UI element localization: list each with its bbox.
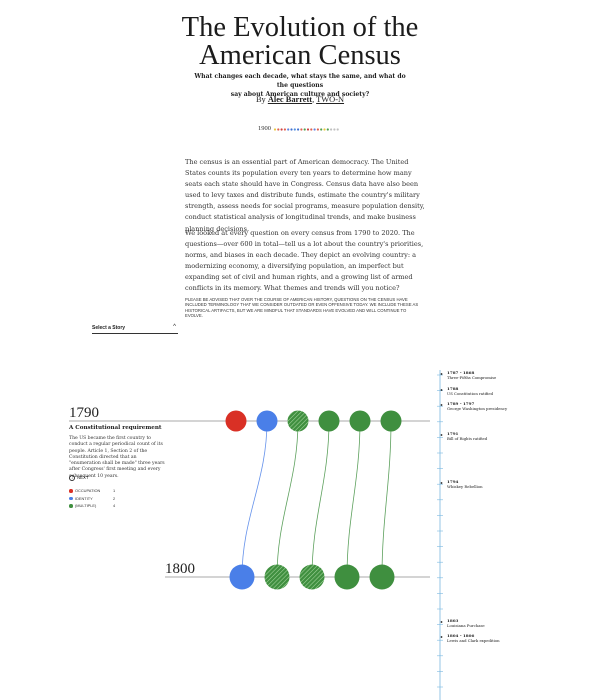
mini-timeline-dot[interactable] bbox=[326, 128, 329, 131]
author-link[interactable]: Alec Barrett bbox=[268, 95, 312, 104]
history-event[interactable]: 1789 - 1797 George Washington presidency bbox=[447, 401, 508, 411]
year-1790-label: 1790 bbox=[69, 405, 99, 421]
question-flow-graph bbox=[69, 370, 443, 700]
legend-row: IDENTITY 2 bbox=[69, 496, 129, 504]
category-legend: OCCUPATION 1 IDENTITY 2 (MULTIPLE) 4 bbox=[69, 488, 129, 511]
mini-timeline-dot[interactable] bbox=[313, 128, 316, 131]
story-select-label: Select a Story bbox=[92, 325, 126, 331]
history-event[interactable]: 1803 Louisiana Purchase bbox=[447, 618, 485, 628]
question-node-1790[interactable] bbox=[349, 410, 371, 432]
question-link bbox=[346, 420, 361, 578]
mini-timeline-dot[interactable] bbox=[273, 128, 277, 131]
question-node-1790[interactable] bbox=[287, 410, 309, 432]
history-event-text: Whiskey Rebellion bbox=[447, 483, 483, 489]
history-event-marker[interactable] bbox=[440, 434, 443, 436]
legend-count: 1 bbox=[113, 488, 116, 493]
mini-timeline-dot[interactable] bbox=[283, 128, 286, 131]
arrow-down-icon: ↓ bbox=[69, 475, 75, 481]
story-text: The US became the first country to condu… bbox=[69, 436, 165, 479]
mini-timeline-dots[interactable] bbox=[258, 125, 348, 135]
page-title: The Evolution of the American Census bbox=[0, 12, 600, 71]
question-link bbox=[276, 420, 299, 578]
mini-timeline-dot[interactable] bbox=[303, 128, 306, 131]
mini-timeline[interactable]: 1900 bbox=[258, 125, 348, 135]
question-node-1790[interactable] bbox=[256, 410, 278, 432]
mini-timeline-dot[interactable] bbox=[310, 128, 313, 131]
mini-timeline-dot[interactable] bbox=[293, 128, 296, 131]
chevron-up-icon: ^ bbox=[173, 324, 176, 330]
history-event-text: Lewis and Clark expedition bbox=[447, 637, 500, 643]
history-event-text: Louisiana Purchase bbox=[447, 622, 485, 628]
mini-timeline-dot[interactable] bbox=[306, 128, 310, 131]
history-event-marker[interactable] bbox=[440, 404, 443, 406]
story-select-dropdown[interactable]: Select a Story ^ bbox=[92, 324, 178, 334]
question-node-1800[interactable] bbox=[334, 564, 360, 590]
question-node-1790[interactable] bbox=[225, 410, 247, 432]
history-event-text: Bill of Rights ratified bbox=[447, 435, 488, 441]
question-link bbox=[311, 420, 330, 578]
mini-timeline-dot[interactable] bbox=[336, 128, 339, 131]
byline-by: By bbox=[255, 95, 266, 104]
question-node-1800[interactable] bbox=[369, 564, 395, 590]
history-event-marker[interactable] bbox=[440, 621, 443, 623]
history-event[interactable]: 1804 - 1806 Lewis and Clark expedition bbox=[447, 633, 500, 643]
story-heading: A Constitutional requirement bbox=[69, 425, 162, 431]
mini-timeline-dot[interactable] bbox=[320, 128, 323, 131]
mini-timeline-dot[interactable] bbox=[277, 128, 280, 131]
question-node-1790[interactable] bbox=[318, 410, 340, 432]
subtitle-line-1: What changes each decade, what stays the… bbox=[194, 73, 406, 89]
legend-count: 4 bbox=[113, 503, 116, 508]
mini-timeline-dot[interactable] bbox=[280, 128, 283, 131]
legend-label: IDENTITY bbox=[75, 495, 93, 501]
next-button[interactable]: ↓ NEXT bbox=[69, 475, 88, 481]
legend-row: OCCUPATION 1 bbox=[69, 488, 129, 496]
history-event[interactable]: 1788 US Constitution ratified bbox=[447, 386, 494, 396]
mini-timeline-dot[interactable] bbox=[297, 128, 300, 131]
history-event-marker[interactable] bbox=[440, 389, 443, 391]
question-node-1790[interactable] bbox=[380, 410, 402, 432]
legend-dot bbox=[69, 504, 73, 508]
legend-count: 2 bbox=[113, 495, 116, 501]
intro-paragraph-2: We looked at every question on every cen… bbox=[185, 229, 424, 293]
advisory-note: Please be advised that over the course o… bbox=[185, 297, 419, 319]
mini-timeline-dot[interactable] bbox=[287, 128, 290, 131]
legend-dot bbox=[69, 496, 73, 500]
history-event[interactable]: 1791 Bill of Rights ratified bbox=[447, 431, 488, 441]
legend-label: OCCUPATION bbox=[75, 488, 101, 493]
mini-timeline-dot[interactable] bbox=[290, 128, 293, 131]
mini-timeline-dot[interactable] bbox=[316, 128, 319, 131]
mini-timeline-dot[interactable] bbox=[300, 128, 303, 131]
year-1800-label: 1800 bbox=[165, 561, 195, 577]
byline: By Alec Barrett, TWO-N bbox=[255, 95, 345, 104]
question-link bbox=[381, 420, 392, 578]
history-event[interactable]: 1794 Whiskey Rebellion bbox=[447, 479, 483, 489]
mini-timeline-dot[interactable] bbox=[323, 128, 326, 131]
legend-row: (MULTIPLE) 4 bbox=[69, 503, 129, 511]
intro-paragraph-1: The census is an essential part of Ameri… bbox=[185, 158, 425, 233]
question-node-1800[interactable] bbox=[264, 564, 290, 590]
title-line-2: American Census bbox=[199, 40, 401, 71]
legend-dot bbox=[69, 489, 73, 493]
title-line-1: The Evolution of the bbox=[181, 12, 419, 43]
question-node-1800[interactable] bbox=[299, 564, 325, 590]
next-label: NEXT bbox=[77, 475, 89, 481]
history-event-marker[interactable] bbox=[440, 482, 443, 484]
history-event-text: George Washington presidency bbox=[447, 405, 508, 411]
question-node-1800[interactable] bbox=[229, 564, 255, 590]
history-event-text: US Constitution ratified bbox=[447, 390, 494, 396]
history-event-marker[interactable] bbox=[440, 636, 443, 638]
history-event-text: Three-Fifths Compromise bbox=[447, 374, 497, 380]
org-link[interactable]: TWO-N bbox=[316, 95, 344, 104]
mini-timeline-dot[interactable] bbox=[333, 128, 336, 131]
history-event-marker[interactable] bbox=[440, 373, 443, 375]
history-event[interactable]: 1787 - 1868 Three-Fifths Compromise bbox=[447, 370, 497, 380]
question-link bbox=[241, 420, 268, 578]
legend-label: (MULTIPLE) bbox=[75, 503, 97, 508]
mini-timeline-dot[interactable] bbox=[330, 128, 333, 131]
